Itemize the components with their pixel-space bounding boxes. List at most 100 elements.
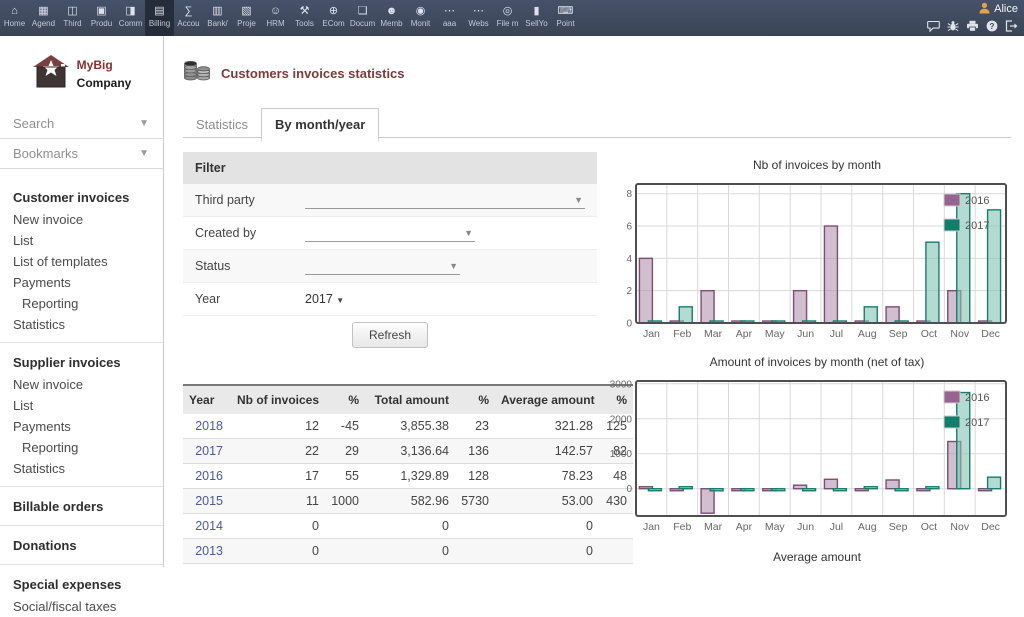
year-link[interactable]: 2017 (195, 444, 223, 458)
chart-0: 02468JanFebMarAprMayJunJulAugSepOctNovDe… (610, 179, 1011, 341)
top-menu-accountancy[interactable]: ∑Accou (174, 0, 203, 36)
top-menu-point-of-sale[interactable]: ⌨Point (551, 0, 580, 36)
status-select[interactable]: ▼ (305, 257, 460, 275)
sidebar-item-payments[interactable]: Payments (0, 416, 163, 437)
top-menu-website[interactable]: ⋯Webs (464, 0, 493, 36)
year-link[interactable]: 2015 (195, 494, 223, 508)
nb-invoices-cell: 22 (229, 439, 325, 464)
top-menu-file-manager[interactable]: ◎File m (493, 0, 522, 36)
sidebar-item-payments[interactable]: Payments (0, 272, 163, 293)
year-link[interactable]: 2018 (195, 419, 223, 433)
coins-stack-icon (183, 60, 211, 86)
average-amount-cell: 40.00 (495, 564, 599, 568)
tab-statistics[interactable]: Statistics (183, 109, 261, 140)
print-icon[interactable] (966, 20, 979, 32)
point-of-sale-icon: ⌨ (551, 4, 580, 19)
sidebar-item-list-of-templates[interactable]: List of templates (0, 251, 163, 272)
svg-text:Dec: Dec (981, 521, 1000, 533)
top-menu-label: Memb (377, 19, 406, 28)
website-icon: ⋯ (464, 4, 493, 19)
top-menu-ecommerce[interactable]: ⊕ECom (319, 0, 348, 36)
sidebar-separator (0, 486, 163, 487)
year-cell: 2016 (183, 464, 229, 489)
sidebar-item-reporting[interactable]: Reporting (0, 293, 163, 314)
year-link[interactable]: 2014 (195, 519, 223, 533)
user-line[interactable]: Alice (927, 0, 1018, 18)
help-icon[interactable]: ? (986, 20, 998, 32)
third-party-select[interactable]: ▼ (305, 191, 585, 209)
top-menu-commerce[interactable]: ◨Comm (116, 0, 145, 36)
sidebar-item-list[interactable]: List (0, 230, 163, 251)
top-menu-billing[interactable]: ▤Billing (145, 0, 174, 36)
svg-text:Nov: Nov (950, 328, 969, 340)
sidebar-item-list[interactable]: List (0, 395, 163, 416)
svg-text:Aug: Aug (858, 328, 877, 340)
top-menu-agenda[interactable]: ▦Agend (29, 0, 58, 36)
top-menu-tools[interactable]: ⚒Tools (290, 0, 319, 36)
top-menu-projects[interactable]: ▧Proje (232, 0, 261, 36)
tab-by-month-year[interactable]: By month/year (261, 108, 379, 141)
svg-text:2016: 2016 (965, 195, 989, 207)
filter-row-year: Year2017 ▼ (183, 283, 597, 316)
top-menu-hrm[interactable]: ☺HRM (261, 0, 290, 36)
year-link[interactable]: 2013 (195, 544, 223, 558)
members-icon: ☻ (377, 4, 406, 19)
sidebar-section-supplier-invoices[interactable]: Supplier invoices (0, 350, 163, 374)
top-menu-products[interactable]: ▣Produ (87, 0, 116, 36)
sidebar-section-billable-orders[interactable]: Billable orders (0, 494, 163, 518)
svg-text:Nov: Nov (950, 521, 969, 533)
logout-icon[interactable] (1005, 20, 1018, 32)
sidebar-section-special-expenses[interactable]: Special expenses (0, 572, 163, 596)
top-menu-home[interactable]: ⌂Home (0, 0, 29, 36)
top-menu-members[interactable]: ☻Memb (377, 0, 406, 36)
sidebar-item-statistics[interactable]: Statistics (0, 314, 163, 335)
average-amount-cell: 0 (495, 514, 599, 539)
bug-report-icon[interactable] (947, 20, 959, 32)
refresh-button[interactable]: Refresh (352, 322, 428, 348)
user-name[interactable]: Alice (994, 3, 1018, 15)
svg-text:2000: 2000 (610, 414, 632, 425)
sidebar-item-new-invoice[interactable]: New invoice (0, 209, 163, 230)
total-amount-cell: 3,855.38 (365, 414, 455, 439)
nb-pct-cell: -45 (325, 414, 365, 439)
top-menu-documents[interactable]: ❏Docum (348, 0, 377, 36)
total-pct-cell: 128 (455, 464, 495, 489)
documents-icon: ❏ (348, 4, 377, 19)
sidebar-item-reporting[interactable]: Reporting (0, 437, 163, 458)
sidebar-section-customer-invoices[interactable]: Customer invoices (0, 185, 163, 209)
filter-rows: Third party▼Created by▼Status▼Year2017 ▼ (183, 184, 597, 316)
svg-text:Apr: Apr (736, 328, 753, 340)
total-pct-cell (455, 514, 495, 539)
filter-label: Third party (195, 193, 305, 207)
bookmarks-dropdown-label: Bookmarks (13, 146, 78, 161)
chevron-down-icon: ▼ (336, 296, 344, 305)
sidebar-item-new-invoice[interactable]: New invoice (0, 374, 163, 395)
sidebar-item-social-fiscal-taxes[interactable]: Social/fiscal taxes (0, 596, 163, 617)
sidebar-section-donations[interactable]: Donations (0, 533, 163, 557)
bookmarks-dropdown[interactable]: Bookmarks ▼ (0, 139, 163, 169)
table-row-2017: 201722293,136.64136142.5782 (183, 439, 633, 464)
top-menu-monitoring[interactable]: ◉Monit (406, 0, 435, 36)
top-menu-bank[interactable]: ▥Bank/ (203, 0, 232, 36)
company-logo[interactable]: MyBig Company (0, 36, 163, 109)
nb-invoices-cell: 17 (229, 464, 325, 489)
year-link[interactable]: 2016 (195, 469, 223, 483)
chat-bubble-icon[interactable] (927, 20, 940, 32)
svg-text:Mar: Mar (704, 521, 723, 533)
top-menu-label: Accou (174, 19, 203, 28)
svg-text:Jan: Jan (643, 328, 660, 340)
sidebar-item-statistics[interactable]: Statistics (0, 458, 163, 479)
table-row-2013: 2013000 (183, 539, 633, 564)
top-menu-module-aaa[interactable]: ⋯aaa (435, 0, 464, 36)
created-by-select[interactable]: ▼ (305, 224, 475, 242)
chevron-down-icon: ▼ (464, 228, 475, 238)
sidebar-menu: Customer invoicesNew invoiceListList of … (0, 185, 163, 617)
search-dropdown[interactable]: Search ▼ (0, 109, 163, 139)
top-menu-third-parties[interactable]: ◫Third (58, 0, 87, 36)
module-aaa-icon: ⋯ (435, 4, 464, 19)
year-select[interactable]: 2017 ▼ (305, 292, 344, 306)
chevron-down-icon: ▼ (139, 118, 149, 129)
col-header-year: Year (183, 385, 229, 414)
top-menu-sellyoursaas[interactable]: ▮SellYo (522, 0, 551, 36)
chevron-down-icon: ▼ (574, 195, 585, 205)
